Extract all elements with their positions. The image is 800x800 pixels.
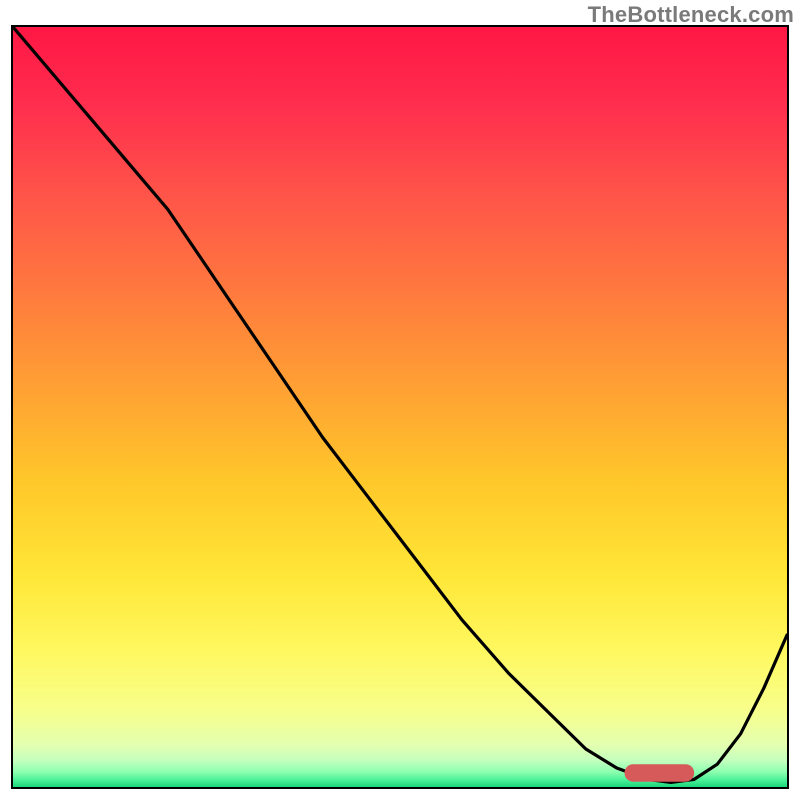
valley-marker [625,764,695,782]
gradient-background [13,27,787,787]
chart-plot-area [11,25,789,789]
chart-svg [13,27,787,787]
watermark-text: TheBottleneck.com [588,2,794,28]
